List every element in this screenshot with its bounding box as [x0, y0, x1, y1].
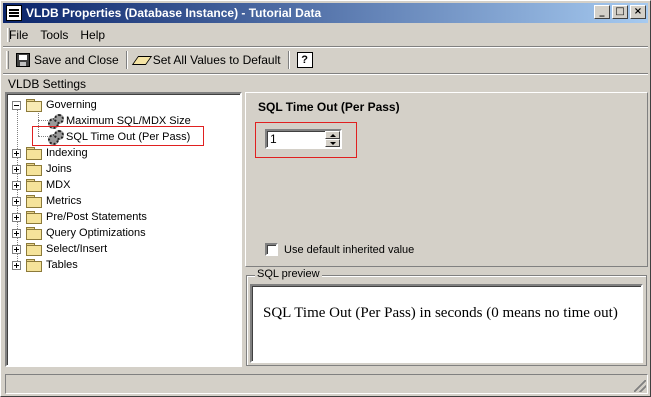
- tree-label: Joins: [46, 163, 72, 175]
- sql-preview-legend: SQL preview: [255, 268, 322, 280]
- folder-icon: [26, 195, 42, 208]
- tree-label: Pre/Post Statements: [46, 211, 147, 223]
- save-and-close-label: Save and Close: [34, 53, 119, 67]
- tree-label: Metrics: [46, 195, 82, 207]
- spin-down-button[interactable]: [325, 139, 340, 147]
- menu-help[interactable]: Help: [74, 28, 111, 42]
- tree-label: Select/Insert: [46, 243, 108, 255]
- vldb-settings-label: VLDB Settings: [8, 77, 87, 91]
- folder-open-icon: [26, 99, 42, 112]
- tree-item-query-optimizations[interactable]: Query Optimizations: [12, 225, 146, 241]
- vldb-properties-window: VLDB Properties (Database Instance) - Tu…: [0, 0, 651, 397]
- folder-icon: [26, 179, 42, 192]
- help-button[interactable]: ?: [293, 49, 317, 71]
- tree-item-joins[interactable]: Joins: [12, 161, 72, 177]
- collapse-icon[interactable]: [12, 100, 21, 110]
- app-icon[interactable]: [6, 5, 22, 21]
- property-title: SQL Time Out (Per Pass): [258, 100, 400, 114]
- folder-icon: [26, 259, 42, 272]
- resize-grip-icon[interactable]: [634, 380, 646, 392]
- tree-item-governing[interactable]: Governing: [12, 97, 97, 113]
- folder-icon: [26, 211, 42, 224]
- toolbar-separator-line: [3, 73, 648, 75]
- timeout-spinbox[interactable]: 1: [265, 129, 342, 149]
- toolbar: Save and Close Set All Values to Default…: [3, 48, 648, 72]
- settings-tree[interactable]: Governing Maximum SQL/MDX Size SQL Time …: [5, 92, 242, 367]
- expand-icon[interactable]: [12, 244, 21, 254]
- tree-item-pre-post[interactable]: Pre/Post Statements: [12, 209, 147, 225]
- menu-bar: File Tools Help: [3, 25, 648, 45]
- folder-icon: [26, 147, 42, 160]
- timeout-value[interactable]: 1: [267, 132, 325, 146]
- tree-label: Query Optimizations: [46, 227, 146, 239]
- close-button[interactable]: ×: [630, 5, 646, 19]
- status-bar: [5, 374, 648, 394]
- save-icon: [16, 53, 30, 67]
- expand-icon[interactable]: [12, 260, 21, 270]
- expand-icon[interactable]: [12, 180, 21, 190]
- use-default-row[interactable]: Use default inherited value: [265, 243, 414, 256]
- tree-label: Indexing: [46, 147, 88, 159]
- use-default-label: Use default inherited value: [284, 243, 415, 256]
- minimize-button[interactable]: _: [594, 5, 610, 19]
- expand-icon[interactable]: [12, 164, 21, 174]
- set-all-defaults-label: Set All Values to Default: [152, 53, 281, 67]
- expand-icon[interactable]: [12, 196, 21, 206]
- toolbar-separator: [125, 51, 128, 69]
- folder-icon: [26, 227, 42, 240]
- tree-item-mdx[interactable]: MDX: [12, 177, 70, 193]
- tree-item-indexing[interactable]: Indexing: [12, 145, 88, 161]
- folder-icon: [26, 163, 42, 176]
- expand-icon[interactable]: [12, 148, 21, 158]
- maximize-button[interactable]: □: [612, 5, 628, 19]
- expand-icon[interactable]: [12, 212, 21, 222]
- property-pane: SQL Time Out (Per Pass) 1 Use default in…: [245, 92, 648, 267]
- save-and-close-button[interactable]: Save and Close: [12, 49, 123, 71]
- folder-icon: [26, 243, 42, 256]
- tree-label: Tables: [46, 259, 78, 271]
- toolbar-grip: [6, 51, 9, 69]
- selection-highlight-box: [32, 126, 204, 146]
- title-bar[interactable]: VLDB Properties (Database Instance) - Tu…: [3, 3, 648, 23]
- spin-buttons: [325, 131, 340, 147]
- tree-item-metrics[interactable]: Metrics: [12, 193, 81, 209]
- sql-preview-box[interactable]: SQL Time Out (Per Pass) in seconds (0 me…: [250, 284, 643, 363]
- sql-preview-text: SQL Time Out (Per Pass) in seconds (0 me…: [263, 305, 618, 321]
- menu-grip: [7, 28, 10, 42]
- window-title: VLDB Properties (Database Instance) - Tu…: [26, 6, 322, 20]
- window-controls: _ □ ×: [592, 5, 646, 19]
- use-default-checkbox[interactable]: [265, 243, 278, 256]
- expand-icon[interactable]: [12, 228, 21, 238]
- menu-tools[interactable]: Tools: [34, 28, 74, 42]
- tree-label: Governing: [46, 99, 97, 111]
- eraser-icon: [131, 55, 152, 65]
- spin-up-button[interactable]: [325, 131, 340, 139]
- tree-label: MDX: [46, 179, 71, 191]
- tree-item-tables[interactable]: Tables: [12, 257, 78, 273]
- set-all-defaults-button[interactable]: Set All Values to Default: [131, 49, 285, 71]
- sql-preview-group: SQL preview SQL Time Out (Per Pass) in s…: [246, 268, 647, 366]
- tree-item-select-insert[interactable]: Select/Insert: [12, 241, 107, 257]
- toolbar-separator-2: [287, 51, 290, 69]
- help-icon: ?: [296, 52, 313, 68]
